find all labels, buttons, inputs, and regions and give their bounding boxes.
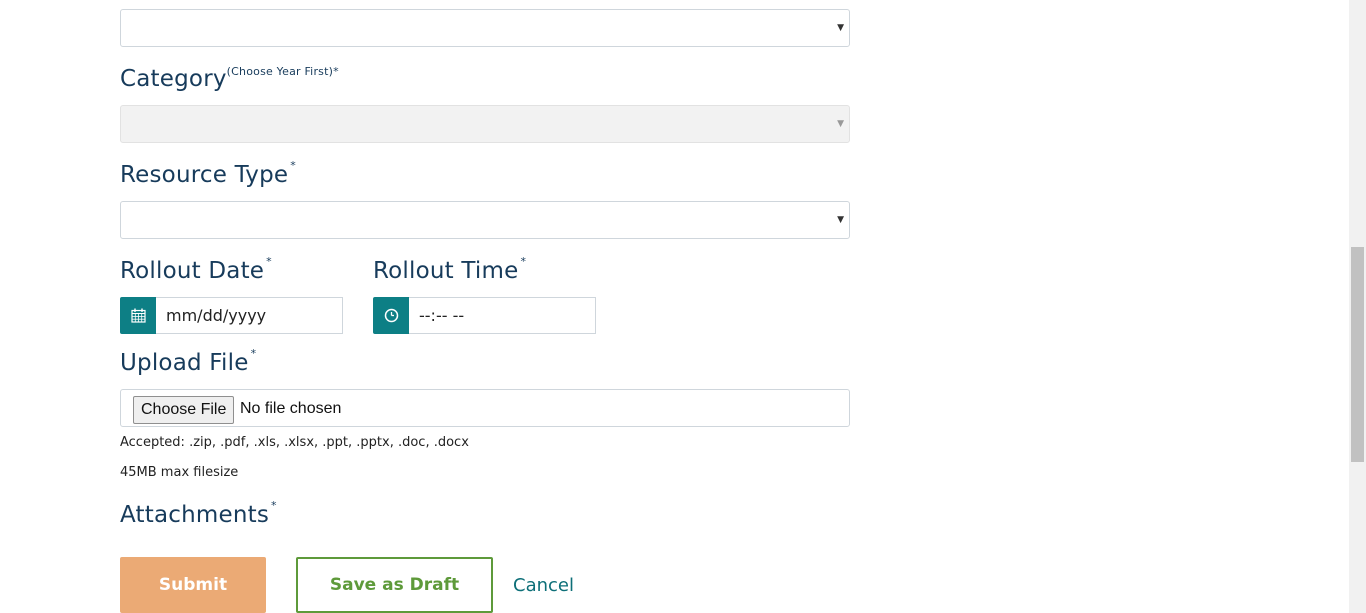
- caret-down-icon: ▼: [837, 215, 844, 225]
- category-label: Category(Choose Year First)*: [120, 65, 339, 92]
- category-hint: (Choose Year First)*: [226, 65, 339, 79]
- year-select[interactable]: ▼: [120, 9, 850, 47]
- calendar-icon[interactable]: [120, 297, 156, 334]
- file-input[interactable]: Choose File No file chosen: [120, 389, 850, 427]
- scrollbar-thumb[interactable]: [1351, 247, 1364, 462]
- cancel-link[interactable]: Cancel: [513, 575, 574, 596]
- clock-icon[interactable]: [373, 297, 409, 334]
- accepted-types-text: Accepted: .zip, .pdf, .xls, .xlsx, .ppt,…: [120, 435, 469, 450]
- caret-down-icon: ▼: [837, 119, 844, 129]
- submit-button[interactable]: Submit: [120, 557, 266, 613]
- choose-file-button[interactable]: Choose File: [133, 396, 235, 424]
- upload-file-label: Upload File *: [120, 347, 257, 376]
- required-marker: *: [250, 347, 257, 361]
- max-filesize-text: 45MB max filesize: [120, 465, 239, 480]
- required-marker: *: [520, 255, 527, 269]
- category-select[interactable]: ▼: [120, 105, 850, 143]
- required-marker: *: [266, 255, 272, 269]
- required-marker: *: [290, 159, 296, 173]
- resource-type-select[interactable]: ▼: [120, 201, 850, 239]
- rollout-date-input[interactable]: mm/dd/yyyy: [156, 297, 343, 334]
- required-marker: *: [271, 499, 277, 513]
- scrollbar[interactable]: [1349, 0, 1366, 613]
- attachments-label: Attachments *: [120, 499, 277, 528]
- rollout-date-label: Rollout Date *: [120, 255, 272, 284]
- rollout-time-label: Rollout Time *: [373, 255, 527, 284]
- save-draft-button[interactable]: Save as Draft: [296, 557, 493, 613]
- resource-type-label: Resource Type *: [120, 159, 296, 188]
- file-status: No file chosen: [240, 400, 342, 417]
- caret-down-icon: ▼: [837, 23, 844, 33]
- rollout-time-input[interactable]: --:-- --: [409, 297, 596, 334]
